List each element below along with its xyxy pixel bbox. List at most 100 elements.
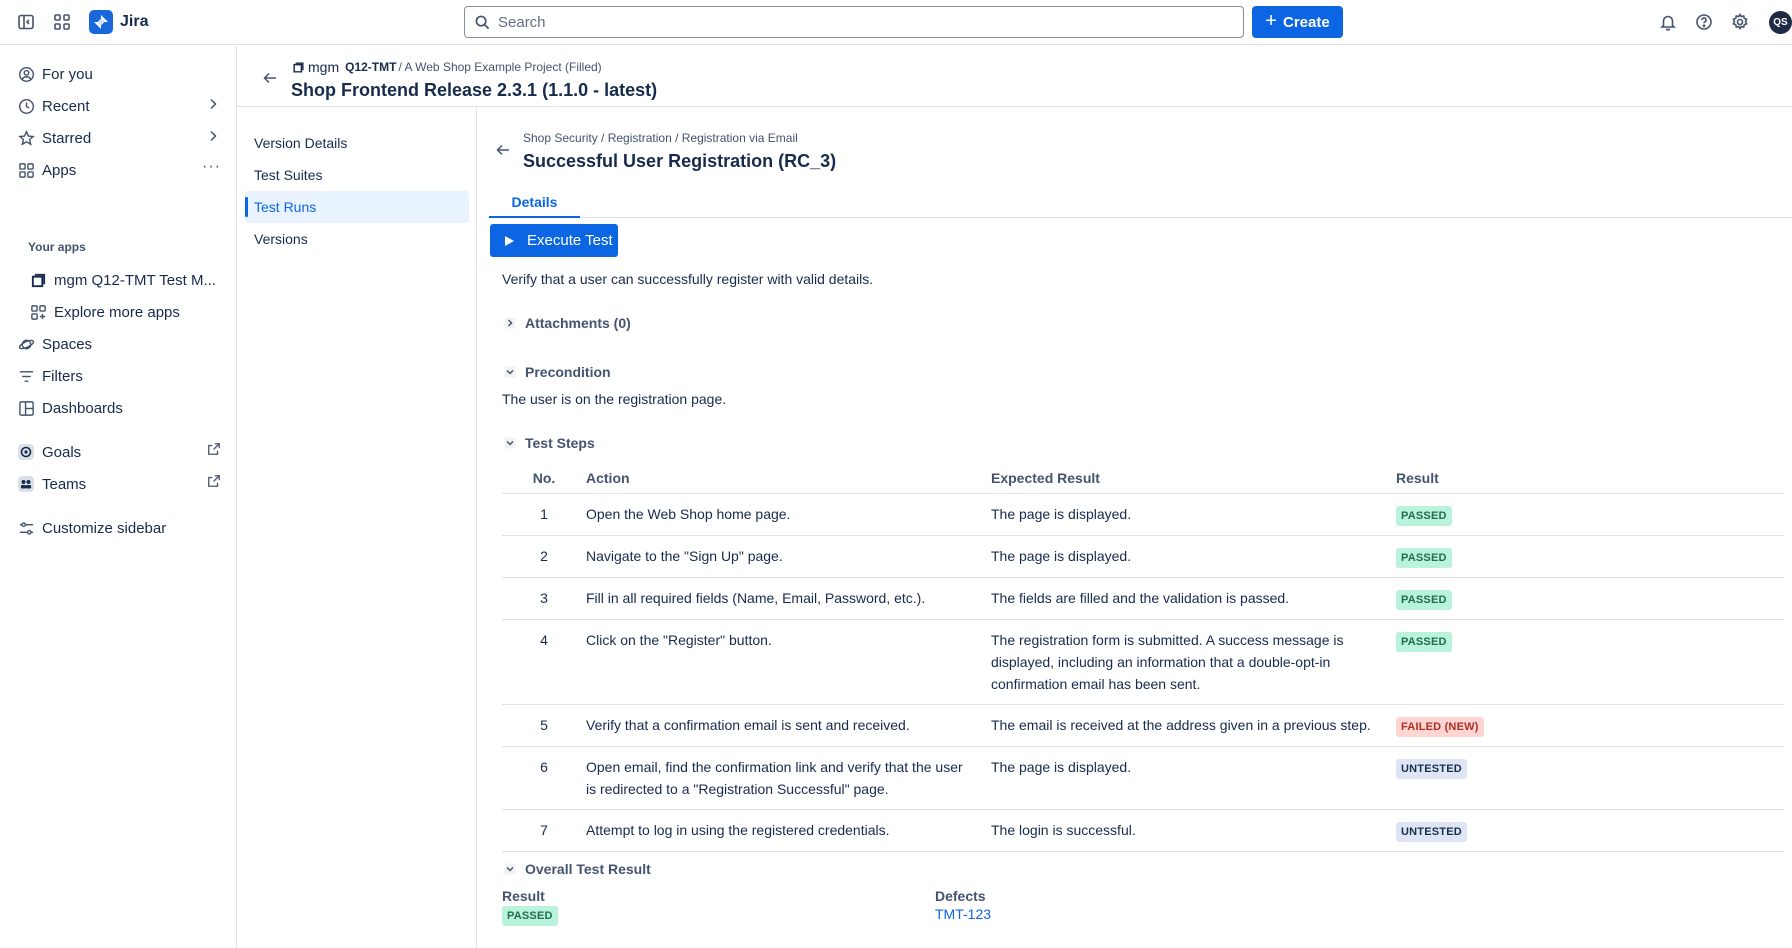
left-sidebar: For you Recent Starred Apps ··· Your app…: [0, 46, 237, 948]
sidebar-item-apps[interactable]: Apps ···: [16, 156, 221, 184]
sidebar-item-goals[interactable]: Goals: [16, 438, 221, 466]
subnav-test-suites[interactable]: Test Suites: [245, 159, 469, 191]
table-row[interactable]: 1 Open the Web Shop home page. The page …: [502, 493, 1784, 536]
defects-label: Defects: [935, 888, 986, 904]
attachments-heading: Attachments (0): [525, 315, 631, 331]
table-row[interactable]: 3 Fill in all required fields (Name, Ema…: [502, 577, 1784, 620]
status-badge: PASSED: [1396, 589, 1452, 610]
mgm-logo-icon: [28, 270, 48, 290]
sidebar-item-mgm-app[interactable]: mgm Q12-TMT Test M...: [28, 266, 221, 294]
test-case-title: Successful User Registration (RC_3): [523, 151, 837, 171]
subnav-test-runs[interactable]: Test Runs: [245, 191, 469, 223]
test-steps-section-toggle[interactable]: Test Steps: [504, 435, 595, 451]
status-badge: UNTESTED: [1396, 758, 1467, 779]
notifications-bell-icon[interactable]: [1657, 11, 1679, 33]
precondition-text: The user is on the registration page.: [502, 391, 727, 407]
mgm-logo-icon: [292, 61, 305, 74]
back-arrow-icon[interactable]: [495, 142, 511, 158]
sidebar-item-spaces[interactable]: Spaces: [16, 330, 221, 358]
settings-gear-icon[interactable]: [1729, 11, 1751, 33]
table-row[interactable]: 2 Navigate to the "Sign Up" page. The pa…: [502, 535, 1784, 578]
column-header-expected: Expected Result: [991, 463, 1396, 494]
divider: [237, 106, 1792, 107]
defect-link[interactable]: TMT-123: [935, 906, 991, 922]
precondition-heading: Precondition: [525, 364, 611, 380]
step-action: Click on the "Register" button.: [586, 619, 991, 705]
more-options-icon[interactable]: ···: [202, 158, 221, 176]
table-row[interactable]: 7 Attempt to log in using the registered…: [502, 809, 1784, 852]
external-link-icon[interactable]: [207, 474, 221, 488]
table-row[interactable]: 6 Open email, find the confirmation link…: [502, 746, 1784, 810]
external-link-icon[interactable]: [207, 442, 221, 456]
chevron-right-icon[interactable]: [205, 128, 221, 144]
step-number: 7: [502, 809, 586, 852]
sidebar-item-label: Apps: [42, 161, 77, 179]
divider: [476, 107, 477, 948]
sidebar-item-explore-apps[interactable]: Explore more apps: [28, 298, 221, 326]
precondition-section-toggle[interactable]: Precondition: [504, 364, 611, 380]
clock-icon: [16, 96, 36, 116]
step-number: 4: [502, 619, 586, 705]
column-header-action: Action: [586, 463, 991, 494]
table-row[interactable]: 4 Click on the "Register" button. The re…: [502, 619, 1784, 705]
attachments-section-toggle[interactable]: Attachments (0): [504, 315, 631, 331]
filter-icon: [16, 366, 36, 386]
apps-add-icon: [28, 302, 48, 322]
tab-bar: Details: [489, 188, 1792, 218]
chevron-right-icon[interactable]: [205, 96, 221, 112]
create-button[interactable]: + Create: [1252, 6, 1343, 38]
step-action: Verify that a confirmation email is sent…: [586, 704, 991, 747]
plus-icon: +: [1265, 9, 1277, 32]
sidebar-item-label: mgm Q12-TMT Test M...: [54, 271, 216, 289]
result-label: Result: [502, 888, 545, 904]
test-case-breadcrumb[interactable]: Shop Security / Registration / Registrat…: [523, 131, 798, 145]
tab-details[interactable]: Details: [489, 188, 580, 218]
user-avatar[interactable]: QS: [1769, 11, 1792, 34]
status-badge: PASSED: [1396, 505, 1452, 526]
table-header-row: No. Action Expected Result Result: [502, 463, 1784, 494]
sidebar-item-label: Explore more apps: [54, 303, 180, 321]
project-name: / A Web Shop Example Project (Filled): [398, 60, 602, 74]
jira-logo-icon[interactable]: [89, 10, 113, 34]
status-badge: PASSED: [502, 906, 558, 926]
sidebar-toggle-icon[interactable]: [15, 11, 37, 33]
sidebar-item-filters[interactable]: Filters: [16, 362, 221, 390]
sidebar-item-label: Filters: [42, 367, 83, 385]
step-expected-result: The email is received at the address giv…: [991, 704, 1396, 747]
step-expected-result: The registration form is submitted. A su…: [991, 619, 1396, 705]
sidebar-item-label: Goals: [42, 443, 82, 461]
step-action: Attempt to log in using the registered c…: [586, 809, 991, 852]
search-input[interactable]: Search: [464, 6, 1244, 38]
help-icon[interactable]: [1693, 11, 1715, 33]
table-row[interactable]: 5 Verify that a confirmation email is se…: [502, 704, 1784, 747]
sidebar-item-for-you[interactable]: For you: [16, 60, 221, 88]
step-expected-result: The page is displayed.: [991, 535, 1396, 578]
back-arrow-icon[interactable]: [262, 70, 278, 86]
sidebar-item-starred[interactable]: Starred: [16, 124, 221, 152]
sidebar-item-label: Customize sidebar: [42, 519, 167, 537]
execute-test-button[interactable]: Execute Test: [490, 224, 618, 257]
goals-icon: [16, 442, 36, 462]
app-name[interactable]: Jira: [120, 13, 148, 31]
execute-test-label: Execute Test: [527, 232, 613, 249]
chevron-down-icon: [504, 863, 516, 875]
step-number: 2: [502, 535, 586, 578]
sidebar-item-recent[interactable]: Recent: [16, 92, 221, 120]
step-expected-result: The page is displayed.: [991, 746, 1396, 810]
subnav-version-details[interactable]: Version Details: [245, 127, 469, 159]
sidebar-item-dashboards[interactable]: Dashboards: [16, 394, 221, 422]
step-number: 1: [502, 493, 586, 536]
top-navigation-bar: Jira Search + Create QS: [0, 0, 1792, 45]
project-breadcrumb[interactable]: mgm Q12-TMT / A Web Shop Example Project…: [292, 59, 602, 75]
star-icon: [16, 128, 36, 148]
sidebar-item-customize[interactable]: Customize sidebar: [16, 514, 221, 542]
app-switcher-icon[interactable]: [51, 11, 73, 33]
test-steps-table: No. Action Expected Result Result 1 Open…: [502, 463, 1784, 852]
play-icon: [505, 235, 514, 246]
your-apps-heading: Your apps: [28, 240, 86, 254]
sidebar-item-label: Dashboards: [42, 399, 123, 417]
overall-result-section-toggle[interactable]: Overall Test Result: [504, 861, 651, 877]
status-badge: PASSED: [1396, 631, 1452, 652]
subnav-versions[interactable]: Versions: [245, 223, 469, 255]
sidebar-item-teams[interactable]: Teams: [16, 470, 221, 498]
